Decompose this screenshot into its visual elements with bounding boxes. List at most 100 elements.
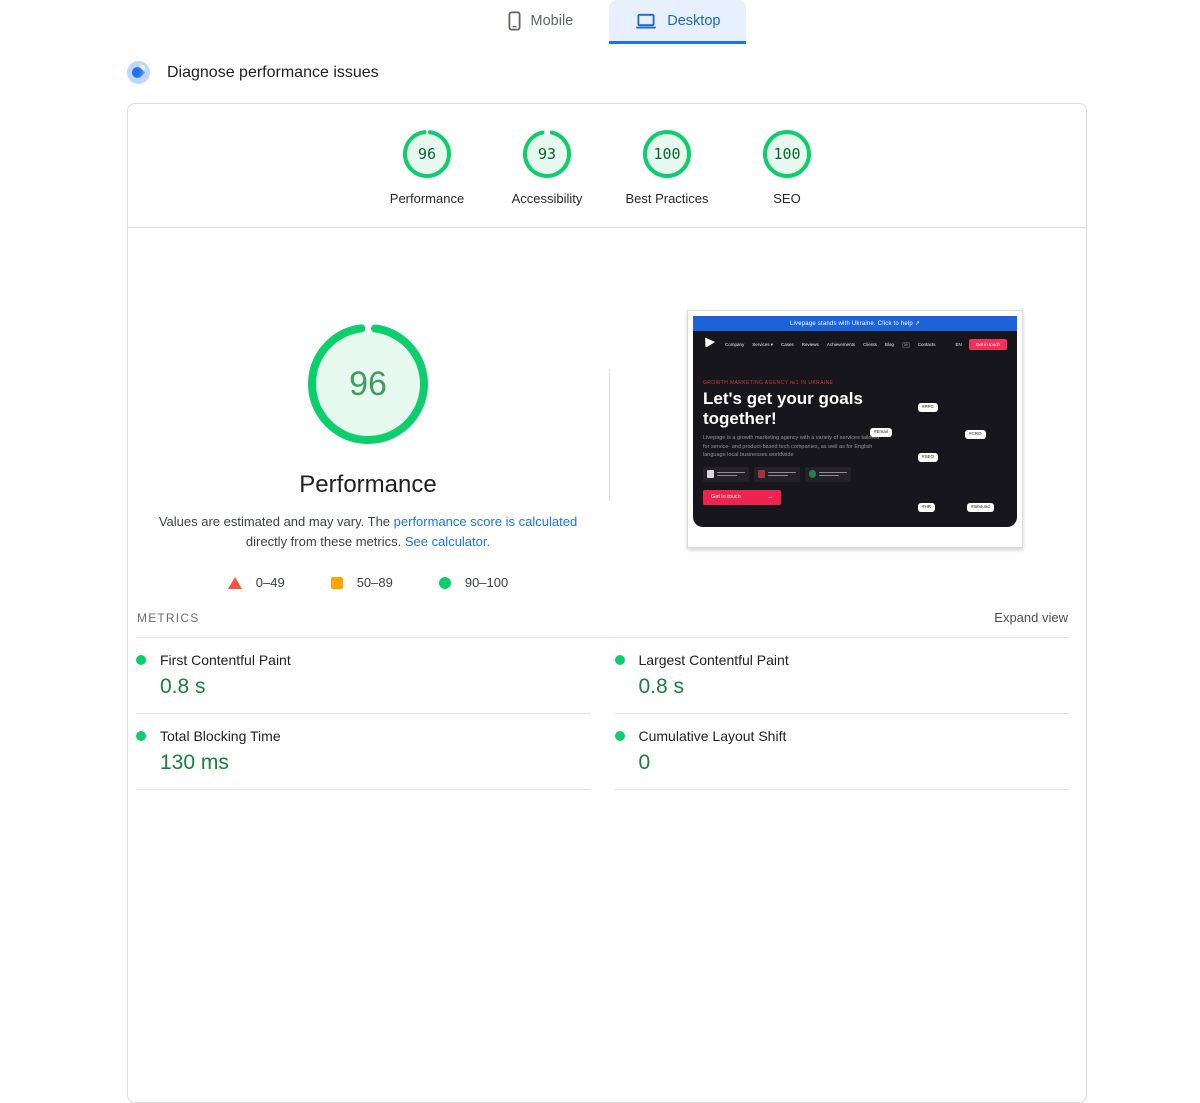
- site-award-badges: [703, 467, 1007, 482]
- metric-value: 0.8 s: [639, 675, 1070, 699]
- performance-summary: 96 Performance Values are estimated and …: [128, 228, 608, 590]
- legend-average: 50–89: [331, 575, 393, 590]
- site-menu-item: Clients: [863, 342, 877, 347]
- site-nav: Company Services ▾ Cases Reviews Achieve…: [703, 331, 1007, 358]
- tab-desktop-label: Desktop: [667, 13, 720, 29]
- performance-score: 96: [401, 128, 453, 180]
- site-hero-cta-label: Get in touch: [711, 494, 741, 500]
- site-menu-item: Achievements: [827, 342, 855, 347]
- report-card: 96 Performance 93 Accessibility 100: [127, 103, 1087, 1103]
- site-menu: Company Services ▾ Cases Reviews Achieve…: [725, 342, 955, 348]
- site-nav-cta-button: Get in touch: [969, 339, 1007, 350]
- site-menu-item: Blog: [885, 342, 894, 347]
- fail-triangle-icon: [228, 577, 242, 589]
- site-menu-item: Contacts: [918, 342, 936, 347]
- expand-view-link[interactable]: Expand view: [994, 610, 1068, 625]
- site-description: Livepage is a growth marketing agency wi…: [703, 434, 883, 460]
- main-performance-score: 96: [306, 322, 430, 446]
- disclaimer-text-2: directly from these metrics.: [246, 534, 405, 549]
- arrow-right-icon: →: [768, 494, 774, 500]
- site-logo-icon: [703, 335, 717, 354]
- site-banner: Livepage stands with Ukraine. Click to h…: [693, 316, 1017, 331]
- site-hashtag-pill: #PPC: [918, 403, 938, 412]
- metric-first-contentful-paint: First Contentful Paint 0.8 s: [136, 638, 591, 714]
- diagnose-header: Diagnose performance issues: [127, 61, 379, 84]
- pass-dot-icon: [136, 731, 146, 741]
- metric-name: Largest Contentful Paint: [639, 652, 789, 668]
- site-heading: Let's get your goals together!: [703, 389, 898, 429]
- site-hashtag-pill: #Email: [870, 428, 892, 437]
- legend-average-range: 50–89: [357, 575, 393, 590]
- see-calculator-link[interactable]: See calculator.: [405, 534, 490, 549]
- legend-pass-range: 90–100: [465, 575, 508, 590]
- pass-circle-icon: [439, 577, 451, 589]
- average-square-icon: [331, 577, 343, 589]
- best-practices-gauge: 100: [641, 128, 693, 180]
- award-badge: [754, 467, 800, 482]
- site-hashtag-pill: #SEO: [918, 453, 938, 462]
- accessibility-label: Accessibility: [487, 191, 607, 206]
- desktop-laptop-icon: [635, 12, 657, 30]
- site-hashtag-pill: #Inbound: [967, 503, 994, 512]
- award-badge-text: [768, 470, 796, 478]
- score-section: 96 Performance Values are estimated and …: [128, 228, 1086, 601]
- site-hero-cta-button: Get in touch →: [703, 490, 781, 505]
- legend-fail: 0–49: [228, 575, 285, 590]
- site-hashtag-pill: #HR: [918, 503, 935, 512]
- metric-value: 0: [639, 751, 1070, 775]
- metric-value: 0.8 s: [160, 675, 591, 699]
- site-tagline: GROWTH MARKETING AGENCY №1 IN UKRAINE: [703, 380, 1007, 386]
- metric-largest-contentful-paint: Largest Contentful Paint 0.8 s: [615, 638, 1070, 714]
- seo-gauge: 100: [761, 128, 813, 180]
- category-gauges-row: 96 Performance 93 Accessibility 100: [128, 104, 1086, 228]
- accessibility-gauge: 93: [521, 128, 573, 180]
- tab-mobile[interactable]: Mobile: [482, 0, 600, 44]
- site-blog-badge: 30: [902, 342, 910, 348]
- category-accessibility[interactable]: 93 Accessibility: [487, 128, 607, 227]
- performance-gauge: 96: [401, 128, 453, 180]
- category-best-practices[interactable]: 100 Best Practices: [607, 128, 727, 227]
- award-badge-text: [717, 470, 745, 478]
- metric-name: Cumulative Layout Shift: [639, 728, 787, 744]
- diagnose-title: Diagnose performance issues: [167, 64, 379, 82]
- site-language: EN: [955, 342, 961, 347]
- award-badge-icon: [809, 470, 816, 478]
- accessibility-score: 93: [521, 128, 573, 180]
- metric-value: 130 ms: [160, 751, 591, 775]
- best-practices-label: Best Practices: [607, 191, 727, 206]
- performance-section-title: Performance: [128, 471, 608, 499]
- award-badge-icon: [707, 470, 714, 478]
- seo-label: SEO: [727, 191, 847, 206]
- site-menu-item: Services ▾: [752, 342, 773, 348]
- category-performance[interactable]: 96 Performance: [367, 128, 487, 227]
- award-badge-text: [819, 470, 847, 478]
- disclaimer-text-1: Values are estimated and may vary. The: [159, 514, 394, 529]
- device-tabs: Mobile Desktop: [14, 0, 1200, 44]
- pass-dot-icon: [615, 731, 625, 741]
- site-menu-item: Cases: [781, 342, 794, 347]
- site-hashtag-pill: #CRO: [965, 430, 986, 439]
- lighthouse-gauge-icon: [127, 61, 150, 84]
- seo-score: 100: [761, 128, 813, 180]
- pass-dot-icon: [615, 655, 625, 665]
- metric-total-blocking-time: Total Blocking Time 130 ms: [136, 714, 591, 790]
- site-menu-item: Company: [725, 342, 744, 347]
- score-disclaimer: Values are estimated and may vary. The p…: [150, 512, 586, 552]
- metrics-grid: First Contentful Paint 0.8 s Largest Con…: [136, 638, 1069, 790]
- site-menu-item: Reviews: [802, 342, 819, 347]
- page-screenshot-thumbnail: Livepage stands with Ukraine. Click to h…: [687, 310, 1023, 548]
- metrics-title: METRICS: [137, 611, 199, 625]
- score-legend: 0–49 50–89 90–100: [128, 575, 608, 590]
- performance-score-calculated-link[interactable]: performance score is calculated: [394, 514, 578, 529]
- main-performance-gauge: 96: [306, 322, 430, 446]
- vertical-divider: [609, 369, 610, 501]
- award-badge: [703, 467, 749, 482]
- metric-cumulative-layout-shift: Cumulative Layout Shift 0: [615, 714, 1070, 790]
- mobile-phone-icon: [508, 11, 521, 31]
- tab-desktop[interactable]: Desktop: [609, 0, 746, 44]
- award-badge-icon: [758, 470, 765, 478]
- metric-name: Total Blocking Time: [160, 728, 281, 744]
- category-seo[interactable]: 100 SEO: [727, 128, 847, 227]
- pass-dot-icon: [136, 655, 146, 665]
- metrics-header: METRICS Expand view: [128, 601, 1086, 637]
